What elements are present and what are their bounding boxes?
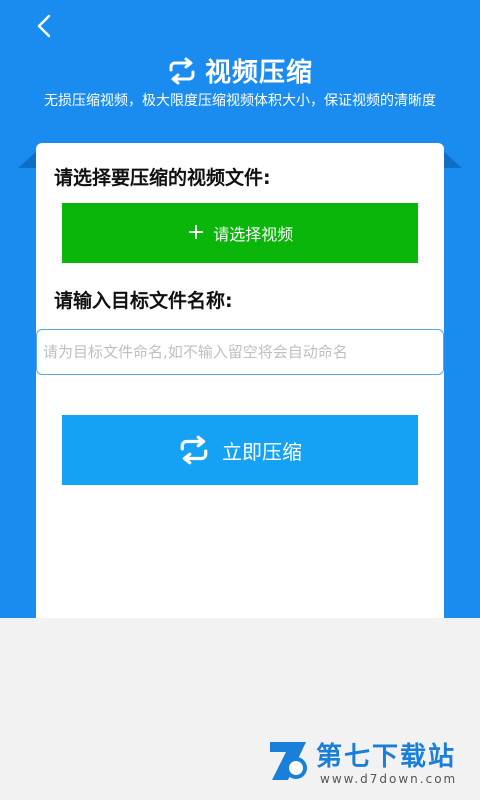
back-button[interactable]	[30, 10, 58, 42]
compress-now-button-label: 立即压缩	[222, 439, 302, 464]
watermark-url: www.d7down.com	[320, 772, 458, 786]
title-row: 视频压缩	[0, 52, 480, 89]
form-card: 请选择要压缩的视频文件: + 请选择视频 请输入目标文件名称: 立即压缩	[36, 143, 444, 618]
watermark-logo-icon	[270, 742, 307, 780]
target-name-label: 请输入目标文件名称:	[54, 290, 233, 312]
select-video-button-label: 请选择视频	[213, 225, 294, 244]
app-header: 视频压缩 无损压缩视频，极大限度压缩视频体积大小，保证视频的清晰度	[0, 0, 480, 155]
select-video-button[interactable]: + 请选择视频	[62, 203, 418, 263]
repeat-arrows-icon	[169, 57, 195, 84]
plus-icon: +	[186, 220, 206, 245]
chevron-left-icon	[37, 14, 51, 38]
select-video-label: 请选择要压缩的视频文件:	[54, 167, 271, 189]
page-subtitle: 无损压缩视频，极大限度压缩视频体积大小，保证视频的清晰度	[44, 93, 436, 109]
watermark-text: 第七下载站	[316, 742, 457, 772]
watermark: 第七下载站 www.d7down.com	[266, 734, 466, 794]
target-name-input[interactable]	[36, 329, 444, 375]
page-title: 视频压缩	[204, 58, 313, 88]
repeat-arrows-icon	[180, 435, 208, 465]
compress-now-button[interactable]: 立即压缩	[62, 415, 418, 485]
